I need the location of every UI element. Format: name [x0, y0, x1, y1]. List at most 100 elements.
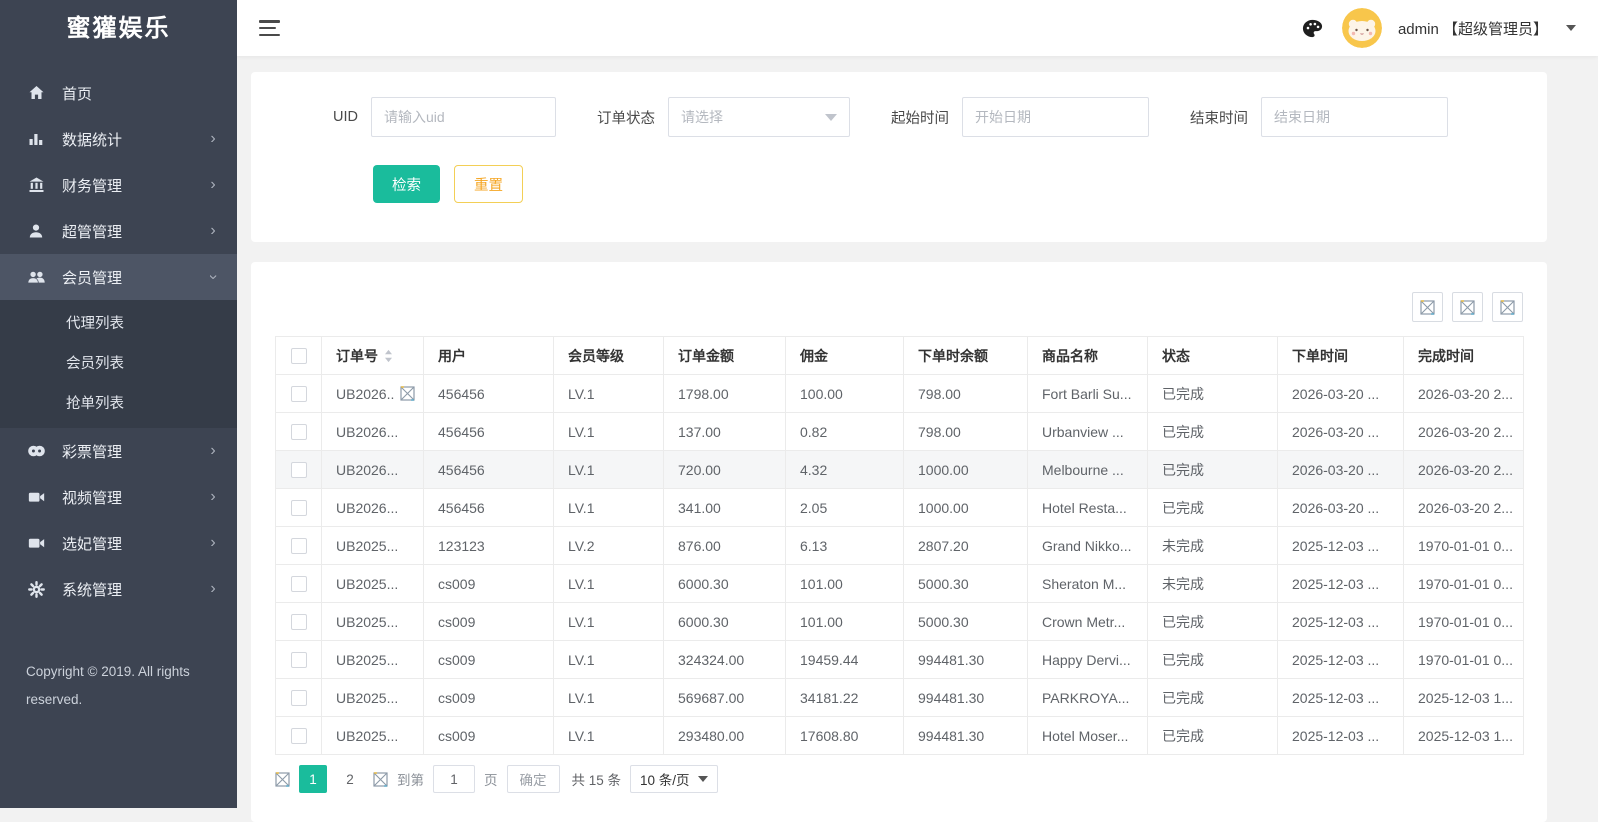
chevron-right-icon: ›: [207, 535, 219, 551]
table-row: UB2025...cs009LV.16000.30101.005000.30Cr…: [276, 603, 1524, 641]
table-cell: 2025-12-03 ...: [1278, 641, 1404, 679]
order-number-cell: UB2025...: [322, 603, 424, 641]
sidebar-item[interactable]: 超管管理›: [0, 208, 237, 254]
row-checkbox[interactable]: [291, 728, 307, 744]
order-number-cell: UB2026...: [322, 413, 424, 451]
column-header[interactable]: 订单号: [322, 337, 424, 375]
start-date-input[interactable]: [962, 97, 1149, 137]
start-time-label: 起始时间: [891, 107, 949, 128]
order-number: UB2026...: [336, 500, 398, 516]
sidebar-subitem[interactable]: 代理列表: [0, 304, 237, 344]
table-cell: 19459.44: [786, 641, 904, 679]
table-cell: 已完成: [1148, 375, 1278, 413]
prev-page-icon[interactable]: [275, 772, 290, 787]
table-cell: cs009: [424, 717, 554, 755]
copyright-text: Copyright © 2019. All rights reserved.: [0, 658, 237, 715]
account-dropdown-caret-icon[interactable]: [1566, 25, 1576, 31]
table-cell: 2025-12-03 ...: [1278, 565, 1404, 603]
uid-input[interactable]: [371, 97, 556, 137]
sidebar-item[interactable]: 系统管理›: [0, 566, 237, 612]
table-cell: cs009: [424, 641, 554, 679]
row-checkbox[interactable]: [291, 576, 307, 592]
goto-label: 到第: [397, 769, 424, 789]
sidebar-subitem[interactable]: 会员列表: [0, 344, 237, 384]
sidebar-item[interactable]: 首页: [0, 70, 237, 116]
page-number[interactable]: 2: [336, 765, 364, 793]
order-status-select[interactable]: 请选择: [668, 97, 850, 137]
table-cell: 5000.30: [904, 565, 1028, 603]
column-header: 商品名称: [1028, 337, 1148, 375]
per-page-caret-icon: [698, 776, 708, 782]
users-icon: [26, 268, 46, 286]
table-cell: 100.00: [786, 375, 904, 413]
sort-icon[interactable]: [384, 349, 393, 366]
table-cell: 17608.80: [786, 717, 904, 755]
search-button[interactable]: 检索: [373, 165, 440, 203]
select-caret-icon: [825, 114, 837, 121]
table-cell: Hotel Moser...: [1028, 717, 1148, 755]
table-cell: 已完成: [1148, 413, 1278, 451]
orders-table-panel: 订单号用户会员等级订单金额佣金下单时余额商品名称状态下单时间完成时间 UB202…: [251, 262, 1547, 822]
row-checkbox[interactable]: [291, 690, 307, 706]
table-cell: LV.1: [554, 565, 664, 603]
sidebar-item[interactable]: 会员管理›: [0, 254, 237, 300]
end-date-input[interactable]: [1261, 97, 1448, 137]
pagination: 12 到第 页 确定 共 15 条 10 条/页: [275, 765, 1523, 793]
table-cell: 5000.30: [904, 603, 1028, 641]
table-cell: LV.1: [554, 717, 664, 755]
sidebar-item-label: 数据统计: [62, 129, 207, 150]
table-cell: 2025-12-03 ...: [1278, 679, 1404, 717]
next-page-icon[interactable]: [373, 772, 388, 787]
table-toolbar: [275, 292, 1523, 322]
goto-confirm-button[interactable]: 确定: [507, 765, 560, 793]
theme-palette-icon[interactable]: [1300, 15, 1326, 41]
table-cell: cs009: [424, 603, 554, 641]
table-row: UB2026...456456LV.1341.002.051000.00Hote…: [276, 489, 1524, 527]
filter-panel: UID 订单状态 请选择 起始时间 结束时间 检索 重置: [251, 72, 1547, 242]
select-all-checkbox[interactable]: [291, 348, 307, 364]
table-cell: LV.1: [554, 413, 664, 451]
row-checkbox[interactable]: [291, 652, 307, 668]
broken-icon[interactable]: [400, 386, 415, 401]
user-avatar[interactable]: [1342, 8, 1382, 48]
page-number-active[interactable]: 1: [299, 765, 327, 793]
table-cell: 994481.30: [904, 679, 1028, 717]
row-checkbox[interactable]: [291, 500, 307, 516]
sidebar-item[interactable]: 数据统计›: [0, 116, 237, 162]
hamburger-menu-icon[interactable]: [259, 20, 281, 36]
table-cell: 2025-12-03 ...: [1278, 717, 1404, 755]
row-checkbox[interactable]: [291, 462, 307, 478]
topbar: admin 【超级管理员】: [237, 0, 1598, 56]
sidebar-item[interactable]: 视频管理›: [0, 474, 237, 520]
column-header: 下单时余额: [904, 337, 1028, 375]
bank-icon: [26, 176, 46, 194]
reset-button[interactable]: 重置: [454, 165, 523, 203]
admin-account-label[interactable]: admin 【超级管理员】: [1398, 18, 1548, 39]
table-tool-button-3[interactable]: [1492, 292, 1523, 322]
row-checkbox[interactable]: [291, 424, 307, 440]
table-cell: 456456: [424, 489, 554, 527]
table-tool-button-1[interactable]: [1412, 292, 1443, 322]
goto-page-input[interactable]: [433, 765, 475, 793]
sidebar-item[interactable]: 彩票管理›: [0, 428, 237, 474]
table-cell: 已完成: [1148, 641, 1278, 679]
sidebar-item[interactable]: 选妃管理›: [0, 520, 237, 566]
home-icon: [26, 84, 46, 102]
table-cell: 569687.00: [664, 679, 786, 717]
table-tool-button-2[interactable]: [1452, 292, 1483, 322]
row-checkbox[interactable]: [291, 386, 307, 402]
table-cell: 34181.22: [786, 679, 904, 717]
sidebar-subitem[interactable]: 抢单列表: [0, 384, 237, 424]
sidebar-item[interactable]: 财务管理›: [0, 162, 237, 208]
table-cell: 已完成: [1148, 451, 1278, 489]
per-page-select[interactable]: 10 条/页: [630, 765, 718, 793]
table-cell: Hotel Resta...: [1028, 489, 1148, 527]
table-cell: PARKROYA...: [1028, 679, 1148, 717]
table-cell: LV.1: [554, 603, 664, 641]
table-cell: 已完成: [1148, 489, 1278, 527]
row-checkbox[interactable]: [291, 538, 307, 554]
sidebar-submenu: 代理列表会员列表抢单列表: [0, 300, 237, 428]
table-cell: 1970-01-01 0...: [1404, 565, 1524, 603]
order-number-cell: UB2025...: [322, 679, 424, 717]
row-checkbox[interactable]: [291, 614, 307, 630]
